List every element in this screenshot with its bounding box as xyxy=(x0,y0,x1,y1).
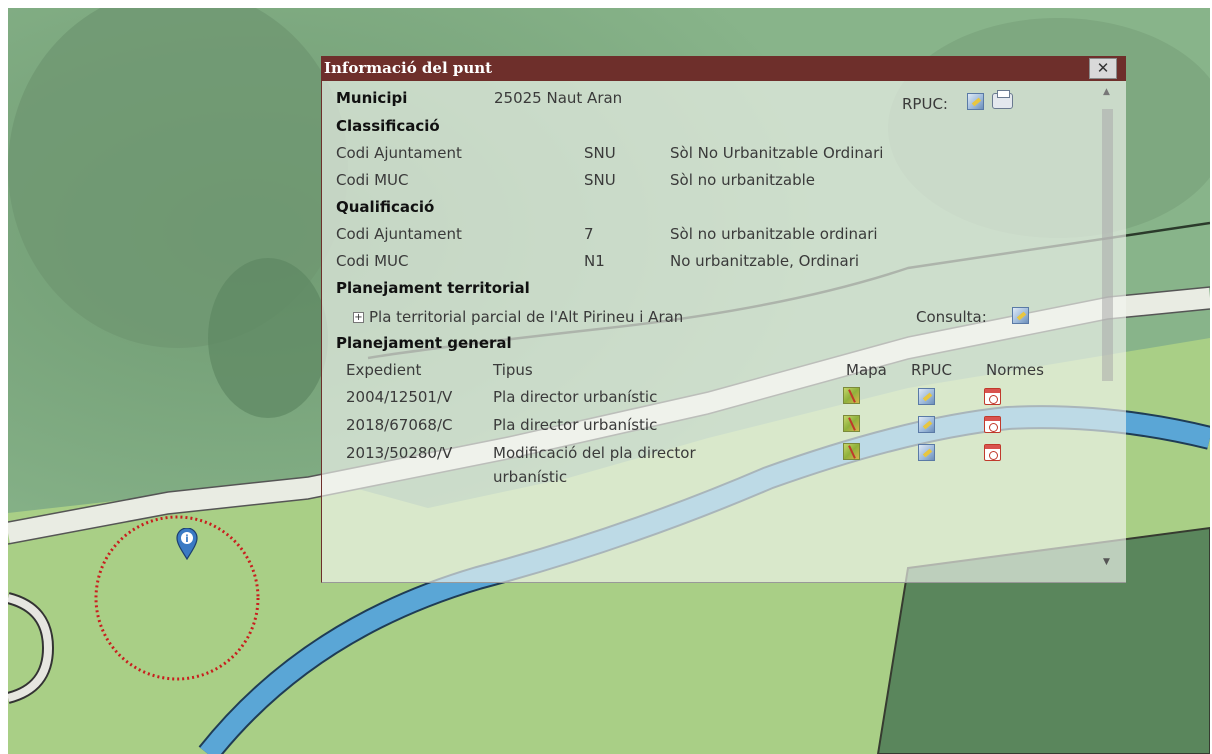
col-tipus: Tipus xyxy=(493,361,533,379)
svg-text:i: i xyxy=(185,534,188,545)
municipi-value: 25025 Naut Aran xyxy=(494,89,623,107)
class-row-name: Codi Ajuntament xyxy=(336,144,462,162)
pdf-icon[interactable] xyxy=(984,388,1001,405)
col-mapa: Mapa xyxy=(846,361,887,379)
consulta-label: Consulta: xyxy=(916,308,987,326)
print-icon[interactable] xyxy=(992,90,1013,109)
point-info-popup: Informació del punt ✕ Municipi 25025 Nau… xyxy=(321,56,1126,583)
rpuc-document-icon[interactable] xyxy=(918,416,935,433)
popup-scrollbar[interactable]: ▲ ▼ xyxy=(1098,81,1117,581)
rpuc-document-icon[interactable] xyxy=(918,388,935,405)
rpuc-document-icon[interactable] xyxy=(918,444,935,461)
col-rpuc: RPUC xyxy=(911,361,952,379)
map-icon[interactable] xyxy=(843,415,860,432)
planejament-territorial-heading: Planejament territorial xyxy=(336,279,530,297)
plan-expedient: 2018/67068/C xyxy=(346,416,453,434)
class-row-code: SNU xyxy=(584,171,616,189)
popup-title: Informació del punt xyxy=(324,59,493,77)
plan-tipus: Modificació del pla director xyxy=(493,444,696,462)
planejament-general-heading: Planejament general xyxy=(336,334,512,352)
col-expedient: Expedient xyxy=(346,361,422,379)
close-icon[interactable]: ✕ xyxy=(1089,58,1117,79)
scroll-up-arrow-icon[interactable]: ▲ xyxy=(1103,87,1110,97)
plan-expedient: 2013/50280/V xyxy=(346,444,453,462)
qual-row-code: 7 xyxy=(584,225,594,243)
plus-expand-icon[interactable]: + xyxy=(353,312,364,323)
popup-body: Municipi 25025 Naut Aran RPUC: Classific… xyxy=(321,81,1126,583)
scrollbar-thumb[interactable] xyxy=(1102,109,1113,381)
classificacio-heading: Classificació xyxy=(336,117,440,135)
territorial-plan-item[interactable]: Pla territorial parcial de l'Alt Pirineu… xyxy=(369,308,683,326)
qualificacio-heading: Qualificació xyxy=(336,198,435,216)
municipi-label: Municipi xyxy=(336,89,408,107)
pdf-icon[interactable] xyxy=(984,416,1001,433)
scroll-down-arrow-icon[interactable]: ▼ xyxy=(1103,557,1110,567)
plan-tipus: Pla director urbanístic xyxy=(493,388,658,406)
qual-row-desc: No urbanitzable, Ordinari xyxy=(670,252,860,270)
class-row-name: Codi MUC xyxy=(336,171,409,189)
info-location-marker-icon[interactable]: i xyxy=(176,527,198,561)
rpuc-document-icon[interactable] xyxy=(967,93,984,110)
plan-tipus: Pla director urbanístic xyxy=(493,416,658,434)
class-row-desc: Sòl no urbanitzable xyxy=(670,171,816,189)
consulta-document-icon[interactable] xyxy=(1012,307,1029,324)
class-row-desc: Sòl No Urbanitzable Ordinari xyxy=(670,144,884,162)
map-icon[interactable] xyxy=(843,443,860,460)
col-normes: Normes xyxy=(986,361,1044,379)
qual-row-name: Codi Ajuntament xyxy=(336,225,462,243)
pdf-icon[interactable] xyxy=(984,444,1001,461)
class-row-code: SNU xyxy=(584,144,616,162)
qual-row-name: Codi MUC xyxy=(336,252,409,270)
rpuc-label: RPUC: xyxy=(902,95,948,113)
map-icon[interactable] xyxy=(843,387,860,404)
popup-header[interactable]: Informació del punt ✕ xyxy=(321,56,1126,81)
qual-row-code: N1 xyxy=(584,252,605,270)
qual-row-desc: Sòl no urbanitzable ordinari xyxy=(670,225,878,243)
plan-expedient: 2004/12501/V xyxy=(346,388,453,406)
plan-tipus-line2: urbanístic xyxy=(493,468,568,486)
